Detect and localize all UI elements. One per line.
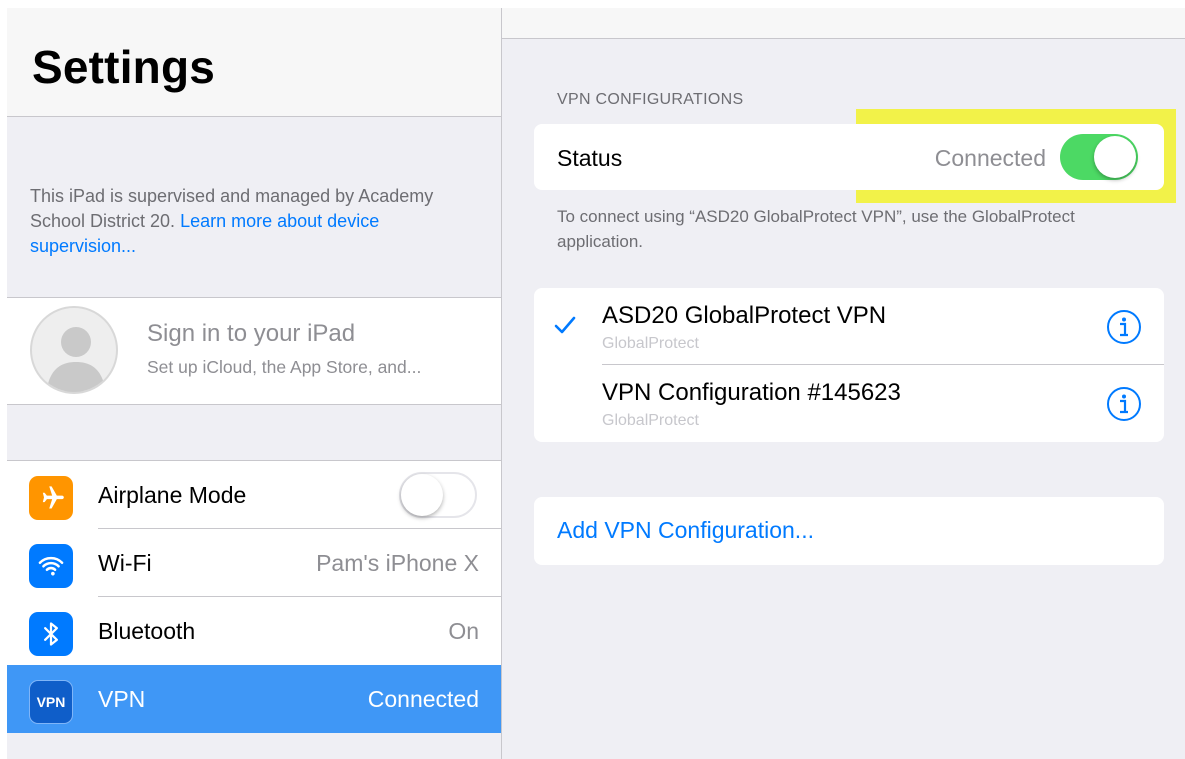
sign-in-subtitle: Set up iCloud, the App Store, and... [147, 357, 422, 377]
status-label: Status [557, 145, 623, 171]
vpn-config-type: GlobalProtect [602, 412, 699, 429]
detail-nav-bar [502, 8, 1185, 39]
vpn-configurations-header: VPN CONFIGURATIONS [557, 91, 744, 108]
sidebar-item-vpn[interactable]: VPN VPN Connected [7, 665, 501, 733]
vpn-detail-pane: VPN CONFIGURATIONS Status Connected To c… [502, 8, 1185, 759]
vpn-icon-text: VPN [36, 694, 66, 710]
settings-sidebar: Settings This iPad is supervised and man… [7, 8, 502, 759]
sidebar-item-bluetooth[interactable]: Bluetooth On [7, 597, 501, 665]
add-vpn-cell[interactable]: Add VPN Configuration... [534, 497, 1164, 565]
sidebar-item-label: Bluetooth [98, 618, 196, 644]
vpn-config-type: GlobalProtect [602, 335, 699, 352]
vpn-configuration-list: ASD20 GlobalProtect VPN GlobalProtect VP… [534, 288, 1164, 442]
vpn-footer-note: To connect using “ASD20 GlobalProtect VP… [557, 207, 1075, 251]
toggle-knob [1094, 136, 1136, 178]
airplane-mode-toggle[interactable] [399, 472, 477, 518]
bluetooth-icon [29, 612, 73, 656]
vpn-status-cell: Status Connected [534, 124, 1164, 190]
sidebar-item-label: Wi-Fi [98, 550, 152, 576]
bluetooth-status-value: On [448, 618, 479, 644]
wifi-icon [29, 544, 73, 588]
info-icon[interactable] [1106, 309, 1142, 350]
wifi-network-value: Pam's iPhone X [316, 550, 479, 576]
vpn-icon: VPN [29, 680, 73, 724]
supervision-notice: This iPad is supervised and managed by A… [30, 184, 460, 259]
sidebar-item-label: Airplane Mode [98, 482, 247, 508]
sign-in-title: Sign in to your iPad [147, 320, 356, 347]
sidebar-header: Settings [7, 8, 501, 117]
add-vpn-configuration-button[interactable]: Add VPN Configuration... [557, 517, 814, 544]
sidebar-item-label: VPN [98, 686, 146, 712]
airplane-icon [29, 476, 73, 520]
sidebar-item-wifi[interactable]: Wi-Fi Pam's iPhone X [7, 529, 501, 597]
info-icon[interactable] [1106, 386, 1142, 427]
ipad-screen: Settings This iPad is supervised and man… [7, 8, 1185, 759]
page-title: Settings [32, 41, 216, 93]
checkmark-icon [554, 316, 576, 339]
vpn-status-value: Connected [367, 686, 479, 712]
toggle-knob [401, 474, 443, 516]
vpn-config-row[interactable]: VPN Configuration #145623 GlobalProtect [534, 365, 1164, 442]
vpn-config-name: VPN Configuration #145623 [602, 379, 901, 406]
vpn-config-name: ASD20 GlobalProtect VPN [602, 302, 887, 329]
avatar-icon [30, 306, 118, 394]
status-value: Connected [934, 145, 1046, 171]
sidebar-item-airplane-mode[interactable]: Airplane Mode [7, 461, 501, 529]
sign-in-cell[interactable]: Sign in to your iPad Set up iCloud, the … [7, 297, 501, 405]
vpn-config-row[interactable]: ASD20 GlobalProtect VPN GlobalProtect [534, 288, 1164, 365]
settings-list: Airplane Mode Wi-Fi Pam's iPhone X Bluet… [7, 460, 501, 733]
vpn-status-toggle[interactable] [1060, 134, 1138, 180]
